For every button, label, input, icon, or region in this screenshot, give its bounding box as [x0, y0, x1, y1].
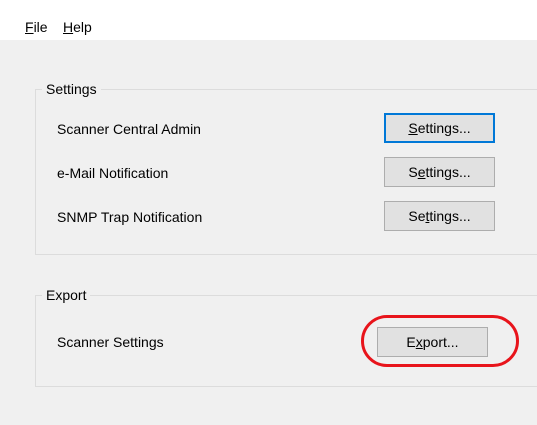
button-text-post: tings...: [429, 208, 471, 224]
button-text-post: ttings...: [425, 164, 471, 180]
menu-help[interactable]: Help: [63, 19, 92, 35]
export-button[interactable]: Export...: [377, 327, 488, 357]
menu-help-mnemonic: H: [63, 19, 74, 35]
button-text-pre: Se: [408, 208, 426, 224]
scanner-central-admin-label: Scanner Central Admin: [57, 121, 201, 137]
menu-bar: File Help: [0, 0, 537, 40]
export-groupbox: Export Scanner Settings Export...: [35, 287, 537, 387]
button-text-pre: E: [406, 334, 416, 350]
email-notification-settings-button[interactable]: Settings...: [384, 157, 495, 187]
snmp-trap-notification-settings-button[interactable]: Settings...: [384, 201, 495, 231]
button-text-pre: S: [408, 164, 418, 180]
button-mnemonic: x: [415, 334, 423, 350]
scanner-central-admin-settings-button[interactable]: Settings...: [384, 113, 495, 143]
snmp-trap-notification-label: SNMP Trap Notification: [57, 209, 203, 225]
scanner-settings-label: Scanner Settings: [57, 334, 164, 350]
menu-file-label: ile: [33, 19, 48, 35]
button-mnemonic: e: [417, 164, 426, 180]
button-mnemonic: S: [408, 120, 418, 136]
menu-file-mnemonic: F: [25, 19, 34, 35]
export-group-title: Export: [42, 287, 91, 303]
menu-help-label: elp: [73, 19, 92, 35]
menu-file[interactable]: File: [25, 19, 48, 35]
settings-group-title: Settings: [42, 81, 101, 97]
settings-groupbox: Settings Scanner Central Admin Settings.…: [35, 81, 537, 255]
button-text-post: port...: [422, 334, 459, 350]
email-notification-label: e-Mail Notification: [57, 165, 169, 181]
dialog-window: File Help Settings Scanner Central Admin…: [0, 0, 537, 425]
button-text-post: ettings...: [417, 120, 471, 136]
